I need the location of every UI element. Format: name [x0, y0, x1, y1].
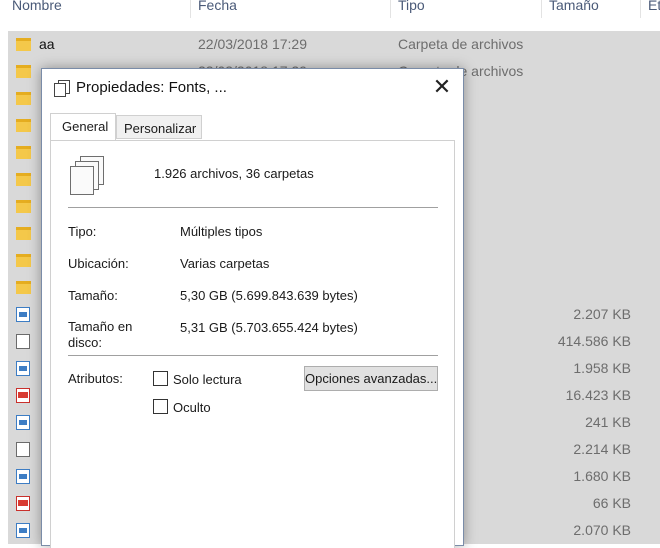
location-value: Varias carpetas	[180, 256, 270, 271]
file-size: 1.680 KB	[573, 468, 631, 484]
folder-icon	[16, 146, 31, 159]
disk-size-value: 5,31 GB (5.703.655.424 bytes)	[180, 320, 358, 335]
blank-file-icon	[16, 442, 30, 457]
close-icon: ✕	[432, 74, 452, 99]
folder-icon	[16, 254, 31, 267]
file-size: 2.070 KB	[573, 522, 631, 538]
disk-size-label-line2: disco:	[68, 335, 102, 350]
column-size[interactable]: Tamaño	[549, 0, 599, 13]
size-label: Tamaño:	[68, 288, 118, 303]
folder-icon	[16, 173, 31, 186]
read-only-label[interactable]: Solo lectura	[173, 372, 242, 387]
file-size: 16.423 KB	[565, 387, 631, 403]
list-item[interactable]: aa 22/03/2018 17:29 Carpeta de archivos	[8, 31, 660, 58]
folder-icon	[16, 92, 31, 105]
dialog-title: Propiedades: Fonts, ...	[76, 79, 227, 96]
tab-general[interactable]: General	[50, 113, 116, 140]
advanced-options-button[interactable]: Opciones avanzadas...	[304, 366, 438, 391]
location-label: Ubicación:	[68, 256, 129, 271]
video-file-icon	[16, 415, 30, 430]
multiple-files-icon	[70, 156, 104, 195]
folder-icon	[16, 281, 31, 294]
type-value: Múltiples tipos	[180, 224, 263, 239]
file-size: 1.958 KB	[573, 360, 631, 376]
properties-icon	[54, 80, 70, 97]
folder-icon	[16, 38, 31, 51]
hidden-checkbox[interactable]	[153, 399, 168, 414]
divider	[68, 355, 438, 356]
video-file-icon	[16, 307, 30, 322]
video-file-icon	[16, 469, 30, 484]
folder-icon	[16, 119, 31, 132]
column-divider[interactable]	[541, 0, 542, 18]
video-file-icon	[16, 361, 30, 376]
divider	[68, 207, 438, 208]
type-label: Tipo:	[68, 224, 97, 239]
folder-icon	[16, 227, 31, 240]
file-type: Carpeta de archivos	[398, 36, 524, 52]
column-type[interactable]: Tipo	[398, 0, 425, 13]
pdf-file-icon	[16, 496, 30, 511]
column-tags[interactable]: Et	[648, 0, 660, 13]
file-size: 2.214 KB	[573, 441, 631, 457]
file-size: 414.586 KB	[557, 333, 631, 349]
file-size: 241 KB	[585, 414, 631, 430]
pdf-file-icon	[16, 388, 30, 403]
general-panel	[50, 140, 455, 548]
file-size: 2.207 KB	[573, 306, 631, 322]
file-size: 66 KB	[592, 495, 631, 511]
tab-customize[interactable]: Personalizar	[116, 115, 202, 139]
column-name[interactable]: Nombre	[12, 0, 62, 13]
properties-dialog: Propiedades: Fonts, ... ✕ General Person…	[41, 68, 464, 548]
read-only-checkbox[interactable]	[153, 371, 168, 386]
column-divider[interactable]	[640, 0, 641, 18]
attributes-label: Atributos:	[68, 371, 123, 386]
column-date[interactable]: Fecha	[198, 0, 237, 13]
file-date: 22/03/2018 17:29	[198, 36, 307, 52]
file-name: aa	[39, 36, 55, 52]
hidden-label[interactable]: Oculto	[173, 400, 211, 415]
close-button[interactable]: ✕	[431, 74, 453, 99]
folder-icon	[16, 200, 31, 213]
folder-icon	[16, 65, 31, 78]
video-file-icon	[16, 523, 30, 538]
disk-size-label-line1: Tamaño en	[68, 319, 133, 334]
column-divider[interactable]	[190, 0, 191, 18]
column-divider[interactable]	[390, 0, 391, 18]
size-value: 5,30 GB (5.699.843.639 bytes)	[180, 288, 358, 303]
blank-file-icon	[16, 334, 30, 349]
selection-summary: 1.926 archivos, 36 carpetas	[154, 166, 314, 181]
column-header-bar: Nombre Fecha Tipo Tamaño Et	[0, 0, 660, 18]
